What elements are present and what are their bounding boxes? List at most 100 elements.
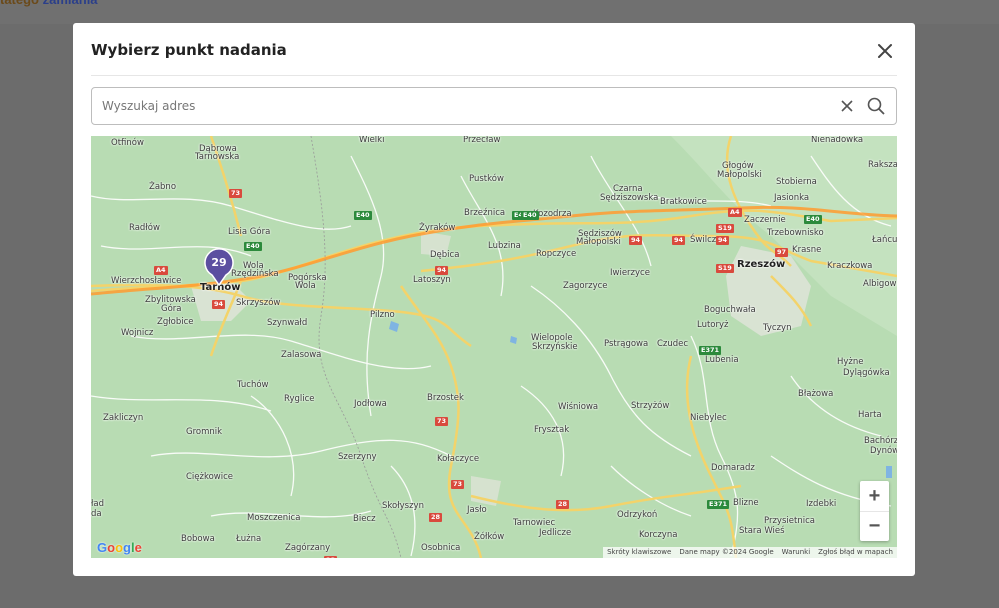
page-header-text: tatego zamiania [0, 0, 98, 7]
google-logo: Google [97, 540, 142, 555]
road-shield: 94 [672, 236, 686, 245]
place-label: Żółków [474, 532, 505, 542]
place-label: Ropczyce [536, 249, 577, 259]
search-input[interactable] [102, 88, 822, 124]
search-button[interactable] [866, 96, 886, 116]
place-label: Małopolski [717, 170, 762, 180]
place-label: Frysztak [534, 425, 570, 435]
place-label: Izdebki [806, 499, 837, 509]
zoom-controls: + − [860, 481, 889, 541]
road-shield: 28 [324, 556, 338, 558]
place-label: Nienadówka [811, 136, 864, 145]
place-label: Żabno [149, 182, 177, 192]
place-label: Blizne [733, 498, 759, 508]
place-label: Skołyszyn [382, 501, 424, 511]
place-label: Wielki [359, 136, 385, 145]
road-shield: A4 [154, 266, 168, 275]
road-shield: 28 [556, 500, 570, 509]
pickup-point-modal: Wybierz punkt nadania Wyszukaj adres Otf… [73, 23, 915, 576]
place-label: Brzostek [427, 393, 464, 403]
place-label: Kołaczyce [437, 454, 480, 464]
place-label: Osobnica [421, 543, 461, 553]
place-label: Wiśniowa [558, 402, 599, 412]
place-label: Żyraków [419, 223, 456, 233]
place-label: Pstrągowa [604, 339, 649, 349]
place-label: Niebylec [690, 413, 727, 423]
place-label: Moszczenica [247, 513, 301, 523]
place-label: Ryglice [284, 394, 315, 404]
clear-search-button[interactable] [838, 97, 856, 115]
place-label: Hyżne [837, 357, 864, 367]
road-shield: 94 [629, 236, 643, 245]
modal-title: Wybierz punkt nadania [91, 41, 287, 59]
zoom-in-button[interactable]: + [860, 481, 889, 511]
place-label: Lutoryż [697, 320, 729, 330]
place-label: Tuchów [237, 380, 269, 390]
place-label: Ciężkowice [186, 472, 234, 482]
place-label: Błażowa [798, 389, 834, 399]
road-shield: 94 [716, 236, 730, 245]
address-search [91, 87, 897, 125]
place-label: Radłów [129, 223, 160, 233]
place-label: Bratkowice [660, 197, 707, 207]
cluster-marker[interactable]: 29 [204, 248, 234, 287]
place-label: Wola [295, 281, 316, 291]
road-shield: 73 [451, 480, 465, 489]
place-label: Sędziszowska [600, 193, 659, 203]
place-label: Skrzyszów [236, 298, 281, 308]
place-label: Zaczernie [744, 215, 786, 225]
terms-link[interactable]: Warunki [778, 547, 815, 558]
place-label: Bobowa [181, 534, 215, 544]
place-label: Dylągówka [843, 368, 890, 378]
place-label: Lubzina [488, 241, 521, 251]
road-shield: 28 [429, 513, 443, 522]
road-shield: S19 [716, 224, 734, 233]
place-label: Krasne [792, 245, 822, 255]
place-label: Jodłowa [354, 399, 387, 409]
clear-icon [841, 100, 853, 112]
place-label: Bachórz [864, 436, 897, 446]
map-attribution: Skróty klawiszowe Dane mapy ©2024 Google… [603, 547, 897, 558]
place-label: Pilzno [370, 310, 395, 320]
place-label: Zgłobice [157, 317, 194, 327]
place-label: da [91, 509, 102, 519]
place-label: Dębica [430, 250, 460, 260]
place-label: Rzędzińska [231, 269, 279, 279]
place-label: Albigowa [863, 279, 897, 289]
road-shield: E371 [699, 346, 722, 355]
place-label: Harta [858, 410, 882, 420]
place-label: Domaradz [711, 463, 755, 473]
place-label: Brzeźnica [464, 208, 506, 218]
road-shield: E40 [244, 242, 262, 251]
map-data-credit: Dane mapy ©2024 Google [679, 548, 774, 556]
road-shield: S19 [716, 264, 734, 273]
place-label: Otfinów [111, 138, 144, 148]
place-label: Przysietnica [764, 516, 815, 526]
place-label: Biecz [353, 514, 376, 524]
modal-divider [91, 75, 897, 76]
keyboard-shortcuts-link[interactable]: Skróty klawiszowe [603, 547, 675, 558]
zoom-out-button[interactable]: − [860, 511, 889, 541]
road-shield: E40 [354, 211, 372, 220]
road-shield: E40 [804, 215, 822, 224]
road-shield: E371 [707, 500, 730, 509]
place-label: Strzyżów [631, 401, 670, 411]
report-error-link[interactable]: Zgłoś błąd w mapach [814, 547, 897, 558]
road-shield: 73 [435, 417, 449, 426]
place-label: Gromnik [186, 427, 223, 437]
place-label: Stara Wieś [739, 526, 785, 536]
place-label: Łużna [236, 534, 262, 544]
place-label: Szerzyny [338, 452, 377, 462]
place-label: Wierzchosławice [111, 276, 182, 286]
place-label: Pustków [469, 174, 504, 184]
place-label: Kraczkowa [827, 261, 873, 271]
place-label: Odrzykoń [617, 510, 658, 520]
place-label: Raksza [868, 160, 897, 170]
map-view[interactable]: Otfinów Dąbrowa Tarnowska Żabno Radłów Lisia … [91, 136, 897, 558]
close-button[interactable] [873, 39, 897, 63]
place-label: Tarnowska [195, 152, 240, 162]
place-label: Trzebownisko [767, 228, 824, 238]
search-icon [867, 97, 885, 115]
place-label: Szynwałd [267, 318, 308, 328]
place-label: Lisia Góra [228, 227, 271, 237]
